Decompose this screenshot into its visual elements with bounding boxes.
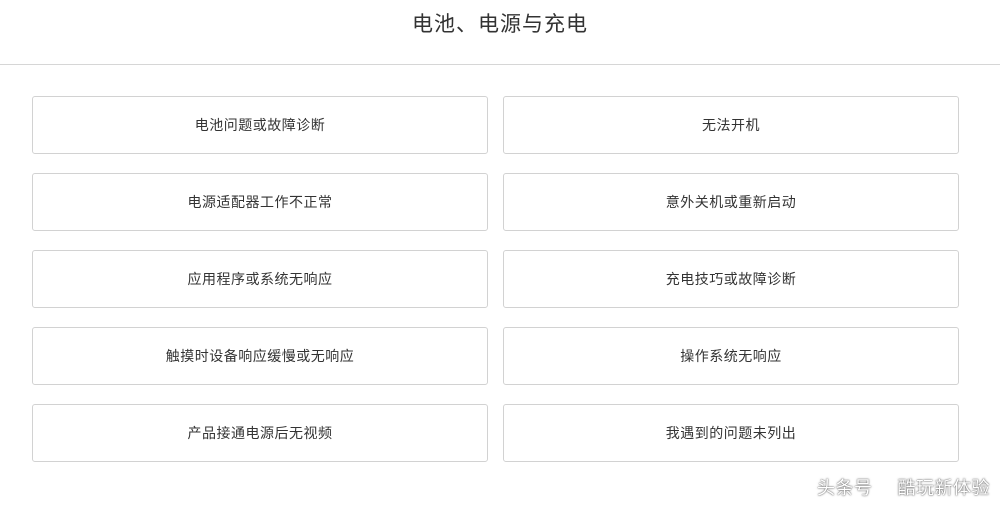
options-grid: 电池问题或故障诊断 无法开机 电源适配器工作不正常 意外关机或重新启动 应用程序… xyxy=(32,96,959,462)
option-button-issue-not-listed[interactable]: 我遇到的问题未列出 xyxy=(503,404,959,462)
option-button-charging-tips[interactable]: 充电技巧或故障诊断 xyxy=(503,250,959,308)
page: 电池、电源与充电 电池问题或故障诊断 无法开机 电源适配器工作不正常 意外关机或… xyxy=(0,0,1000,508)
header: 电池、电源与充电 xyxy=(0,0,1000,65)
option-button-os-unresponsive[interactable]: 操作系统无响应 xyxy=(503,327,959,385)
slash-logo-icon xyxy=(875,477,894,497)
page-title: 电池、电源与充电 xyxy=(412,12,588,36)
option-button-no-video[interactable]: 产品接通电源后无视频 xyxy=(32,404,488,462)
option-button-unexpected-shutdown[interactable]: 意外关机或重新启动 xyxy=(503,173,959,231)
watermark: 头条号 酷玩新体验 xyxy=(817,474,990,500)
option-button-battery-diagnosis[interactable]: 电池问题或故障诊断 xyxy=(32,96,488,154)
option-button-app-unresponsive[interactable]: 应用程序或系统无响应 xyxy=(32,250,488,308)
option-button-power-adapter[interactable]: 电源适配器工作不正常 xyxy=(32,173,488,231)
watermark-prefix: 头条号 xyxy=(817,478,873,499)
watermark-name: 酷玩新体验 xyxy=(897,478,990,499)
option-button-touch-slow[interactable]: 触摸时设备响应缓慢或无响应 xyxy=(32,327,488,385)
option-button-cannot-power-on[interactable]: 无法开机 xyxy=(503,96,959,154)
